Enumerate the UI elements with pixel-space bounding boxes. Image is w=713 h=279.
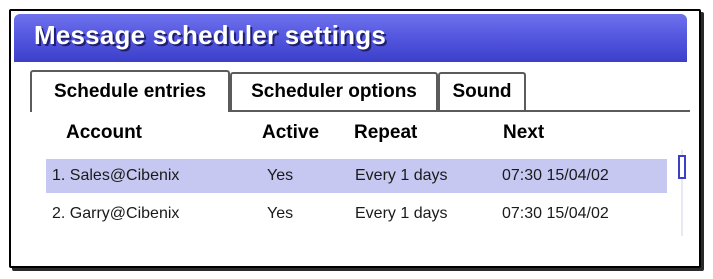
window-title: Message scheduler settings	[34, 20, 386, 50]
tab-sound[interactable]: Sound	[438, 72, 526, 110]
tab-schedule-entries[interactable]: Schedule entries	[30, 70, 230, 112]
tab-scheduler-options[interactable]: Scheduler options	[230, 72, 438, 110]
tab-panel	[30, 110, 690, 258]
